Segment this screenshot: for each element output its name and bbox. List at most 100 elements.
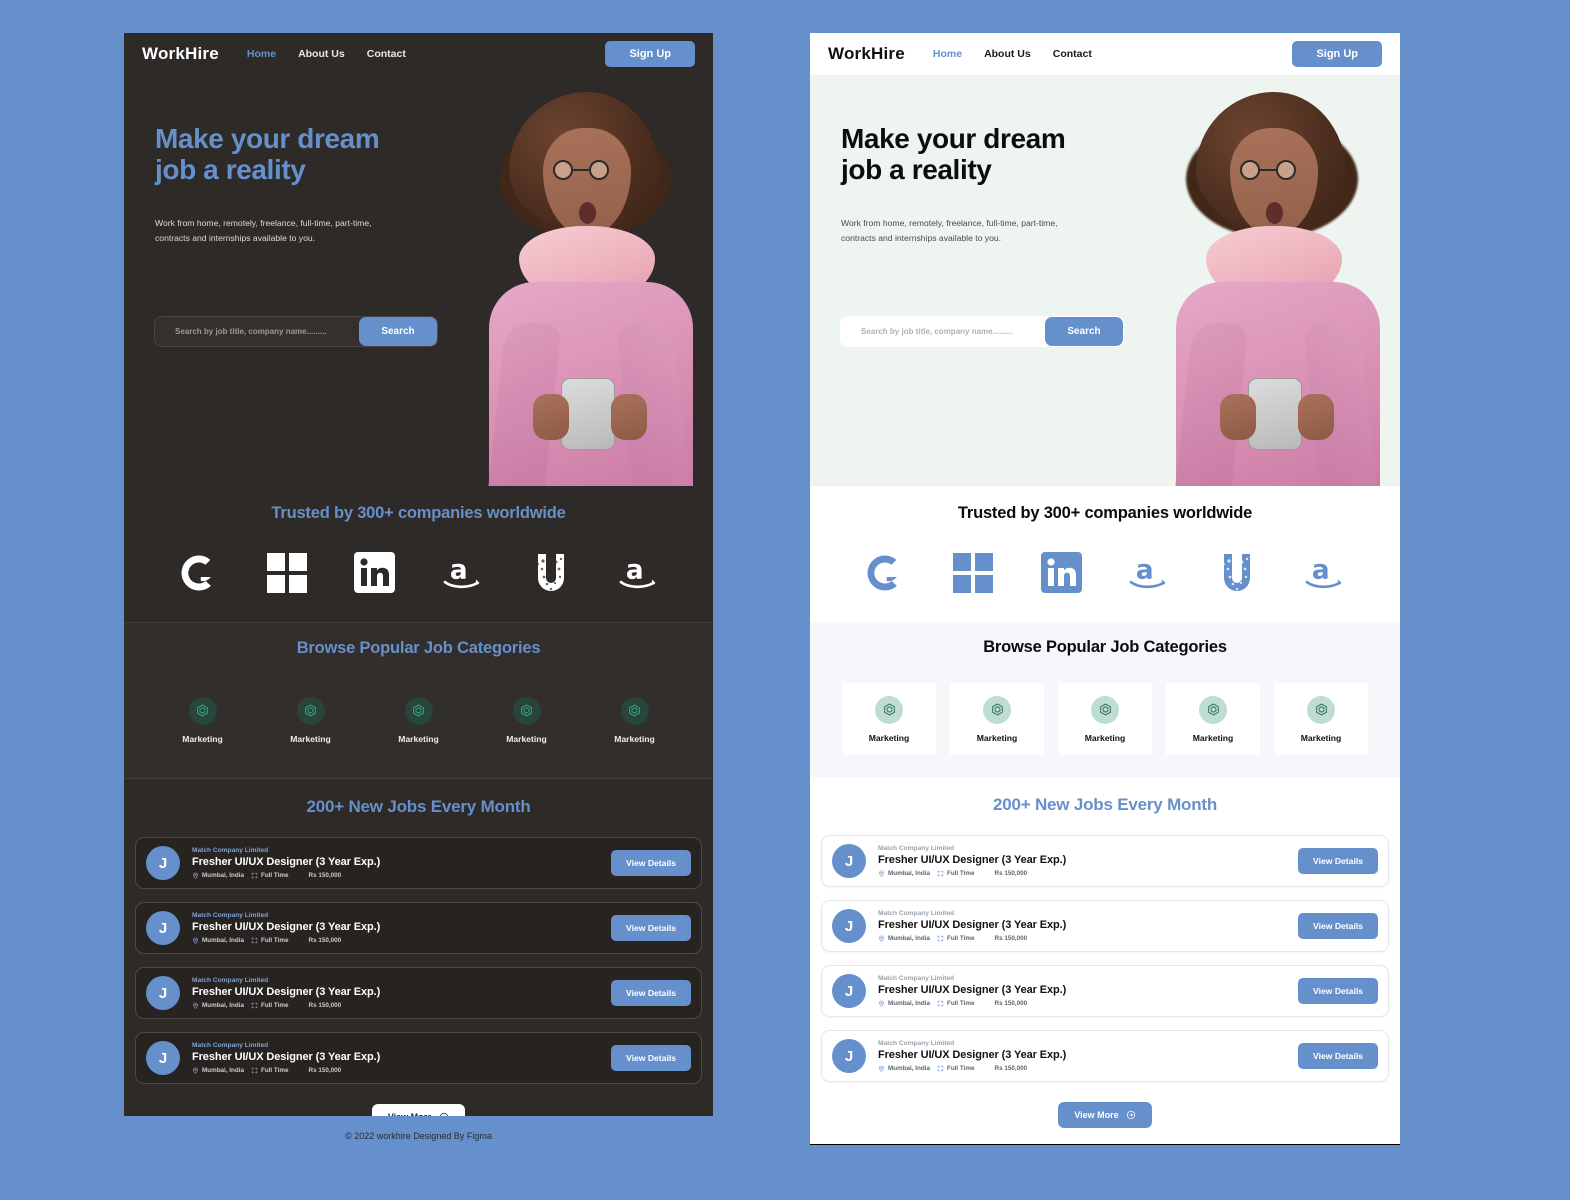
job-card[interactable]: J Match Company Limited Fresher UI/UX De…: [135, 837, 702, 889]
location-pin-icon: [192, 1067, 199, 1074]
company-logos: a a: [124, 549, 713, 596]
hero-heading-line1: Make your dream: [841, 123, 1066, 154]
view-details-button[interactable]: View Details: [611, 850, 691, 876]
category-card[interactable]: Marketing: [842, 683, 936, 755]
sign-up-button[interactable]: Sign Up: [1292, 41, 1382, 67]
expand-icon: [251, 872, 258, 879]
linkedin-logo: [351, 549, 398, 596]
nav-link-contact[interactable]: Contact: [1053, 48, 1092, 60]
trusted-section-light: Trusted by 300+ companies worldwide a a: [810, 486, 1400, 622]
nav-links: Home About Us Contact: [933, 48, 1092, 60]
location-pin-icon: [878, 1000, 885, 1007]
hero-search-bar: Search: [840, 316, 1124, 347]
job-salary: Rs 150,000: [308, 1002, 342, 1009]
job-card[interactable]: J Match Company Limited Fresher UI/UX De…: [821, 900, 1389, 952]
view-details-button[interactable]: View Details: [1298, 978, 1378, 1004]
view-details-button[interactable]: View Details: [611, 1045, 691, 1071]
view-details-button[interactable]: View Details: [1298, 913, 1378, 939]
footer-dark: © 2022 workhire Designed By Figma: [124, 1116, 713, 1156]
linkedin-logo: [1038, 549, 1085, 596]
hero-heading-line2: job a reality: [155, 154, 306, 186]
trusted-heading: Trusted by 300+ companies worldwide: [271, 504, 566, 522]
job-location: Mumbai, India: [888, 1065, 930, 1072]
unilever-logo: [527, 549, 574, 596]
jobs-heading: 200+ New Jobs Every Month: [992, 795, 1218, 814]
category-card[interactable]: Marketing: [1058, 683, 1152, 755]
cube-icon: [620, 696, 649, 725]
nav-link-about-us[interactable]: About Us: [984, 48, 1031, 60]
nav-link-home[interactable]: Home: [933, 48, 962, 60]
search-button[interactable]: Search: [359, 317, 437, 346]
view-more-button[interactable]: View More: [1058, 1102, 1152, 1128]
category-card[interactable]: Marketing: [1274, 683, 1368, 755]
job-card[interactable]: J Match Company Limited Fresher UI/UX De…: [821, 965, 1389, 1017]
amazon-logo-2: a: [1302, 549, 1349, 596]
nav-link-home[interactable]: Home: [247, 48, 276, 60]
hero-subtext-line2: contracts and internships available to y…: [155, 232, 316, 243]
job-location: Mumbai, India: [202, 1067, 244, 1074]
job-meta: Mumbai, India Full Time Rs 150,000: [192, 872, 611, 879]
job-location: Mumbai, India: [202, 1002, 244, 1009]
avatar: J: [832, 909, 866, 943]
category-card[interactable]: Marketing: [950, 683, 1044, 755]
job-title: Fresher UI/UX Designer (3 Year Exp.): [878, 1049, 1067, 1061]
view-more-label: View More: [1074, 1110, 1119, 1120]
hero-subtext: Work from home, remotely, freelance, ful…: [155, 216, 455, 246]
view-details-button[interactable]: View Details: [611, 980, 691, 1006]
job-location: Mumbai, India: [888, 1000, 930, 1007]
avatar: J: [146, 846, 180, 880]
job-card[interactable]: J Match Company Limited Fresher UI/UX De…: [135, 902, 702, 954]
job-card[interactable]: J Match Company Limited Fresher UI/UX De…: [821, 835, 1389, 887]
sign-up-button[interactable]: Sign Up: [605, 41, 695, 67]
category-card[interactable]: Marketing: [156, 684, 250, 756]
light-theme-mockup: WorkHire Home About Us Contact Sign Up M…: [810, 33, 1400, 1145]
category-card[interactable]: Marketing: [480, 684, 574, 756]
view-details-button[interactable]: View Details: [611, 915, 691, 941]
job-company: Match Company Limited: [878, 1040, 955, 1047]
categories-section-light: Browse Popular Job Categories Marketing …: [810, 622, 1400, 777]
company-logos: a a: [810, 549, 1400, 596]
category-card[interactable]: Marketing: [264, 684, 358, 756]
cube-icon: [1091, 695, 1119, 724]
search-input[interactable]: [155, 327, 359, 336]
category-card[interactable]: Marketing: [1166, 683, 1260, 755]
job-salary: Rs 150,000: [994, 1000, 1028, 1007]
cube-icon: [188, 696, 217, 725]
category-label: Marketing: [182, 733, 223, 744]
cube-icon: [512, 696, 541, 725]
hero-subtext-line1: Work from home, remotely, freelance, ful…: [841, 217, 1058, 228]
cube-icon: [296, 696, 325, 725]
job-type: Full Time: [260, 1002, 289, 1009]
categories-section-dark: Browse Popular Job Categories Marketing …: [124, 622, 713, 779]
category-card[interactable]: Marketing: [372, 684, 466, 756]
job-card[interactable]: J Match Company Limited Fresher UI/UX De…: [135, 967, 702, 1019]
nav-link-about-us[interactable]: About Us: [298, 48, 345, 60]
job-meta: Mumbai, India Full Time Rs 150,000: [192, 1067, 611, 1074]
hero-subtext-line1: Work from home, remotely, freelance, ful…: [155, 217, 372, 228]
jobs-heading: 200+ New Jobs Every Month: [306, 797, 531, 816]
search-input[interactable]: [841, 327, 1045, 336]
view-more-button[interactable]: View More: [371, 1104, 466, 1116]
view-details-button[interactable]: View Details: [1298, 1043, 1378, 1069]
job-salary: Rs 150,000: [308, 872, 342, 879]
view-details-button[interactable]: View Details: [1298, 848, 1378, 874]
nav-link-contact[interactable]: Contact: [367, 48, 406, 60]
cube-icon: [983, 695, 1011, 724]
category-card[interactable]: Marketing: [588, 684, 682, 756]
amazon-logo: a: [1126, 549, 1173, 596]
category-label: Marketing: [976, 732, 1018, 743]
brand-logo[interactable]: WorkHire: [828, 44, 905, 64]
job-type: Full Time: [260, 1067, 289, 1074]
mockup-stage: WorkHire Home About Us Contact Sign Up M…: [0, 0, 1570, 1200]
job-card[interactable]: J Match Company Limited Fresher UI/UX De…: [135, 1032, 702, 1084]
nav-links: Home About Us Contact: [247, 48, 406, 60]
job-location: Mumbai, India: [202, 872, 244, 879]
brand-logo[interactable]: WorkHire: [142, 44, 219, 64]
job-card[interactable]: J Match Company Limited Fresher UI/UX De…: [821, 1030, 1389, 1082]
unilever-logo: [1214, 549, 1261, 596]
location-pin-icon: [878, 1065, 885, 1072]
job-title: Fresher UI/UX Designer (3 Year Exp.): [878, 919, 1067, 931]
hero-copy: Make your dream job a reality Work from …: [155, 123, 455, 245]
svg-text:a: a: [625, 555, 643, 585]
search-button[interactable]: Search: [1045, 317, 1123, 346]
